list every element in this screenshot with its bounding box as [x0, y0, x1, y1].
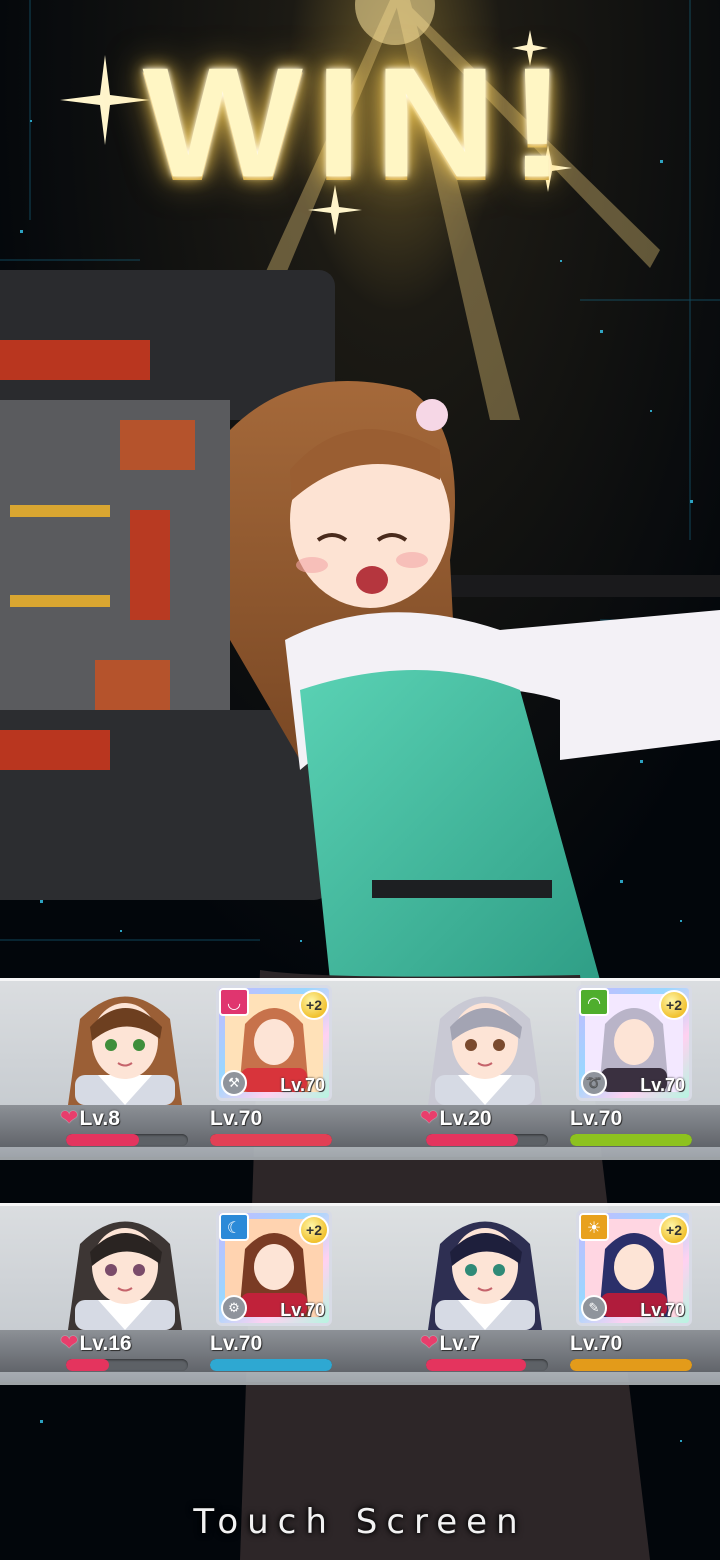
heart-icon: ❤ — [60, 1331, 79, 1356]
party-panel-2: ☾ +2 ⚙ Lv.70 ❤ Lv.16 Lv.70 ☀ +2 ✎ Lv.70 … — [0, 1203, 720, 1385]
card-level-text: Lv.70 — [570, 1107, 623, 1130]
card-thumbnail: ☾ +2 ⚙ Lv.70 — [216, 1210, 332, 1326]
bond-gauge-fill — [66, 1134, 140, 1146]
card-level-text: Lv.70 — [570, 1332, 623, 1355]
card-thumbnail: ☀ +2 ✎ Lv.70 — [576, 1210, 692, 1326]
gear-icon: ⚙ — [221, 1295, 247, 1321]
bond-gauge-fill — [66, 1359, 109, 1371]
party-member-slot[interactable]: ☾ +2 ⚙ Lv.70 ❤ Lv.16 Lv.70 — [0, 1206, 360, 1388]
boomerang-icon: ➰ — [581, 1070, 607, 1096]
bond-level-text: Lv.20 — [439, 1107, 492, 1130]
bond-level: ❤ Lv.16 — [60, 1332, 132, 1356]
wifi-icon: ◠ — [579, 988, 609, 1016]
moon-icon: ☾ — [219, 1213, 249, 1241]
card-thumbnail: ◠ +2 ➰ Lv.70 — [576, 985, 692, 1101]
card-level-label: Lv.70 — [280, 1300, 325, 1320]
dark-ponytail-idol-portrait — [50, 1204, 200, 1330]
card-thumbnail: ◡ +2 ⚒ Lv.70 — [216, 985, 332, 1101]
hammer-icon: ⚒ — [221, 1070, 247, 1096]
bond-level-text: Lv.8 — [79, 1107, 120, 1130]
win-title: WIN! — [142, 35, 578, 211]
card-level-gauge-fill — [570, 1359, 692, 1371]
card-level-label: Lv.70 — [280, 1075, 325, 1095]
card-level-label: Lv.70 — [640, 1075, 685, 1095]
navy-hair-idol-portrait — [410, 1204, 560, 1330]
card-level-text: Lv.70 — [210, 1107, 263, 1130]
sun-icon: ☀ — [579, 1213, 609, 1241]
heart-icon: ❤ — [420, 1331, 439, 1356]
plus-badge: +2 — [659, 990, 689, 1020]
plus-badge: +2 — [659, 1215, 689, 1245]
shield-icon: ◡ — [219, 988, 249, 1016]
party-member-slot[interactable]: ◠ +2 ➰ Lv.70 ❤ Lv.20 Lv.70 — [360, 981, 720, 1163]
card-level-gauge — [570, 1134, 692, 1146]
card-level-label: Lv.70 — [640, 1300, 685, 1320]
card-level-gauge — [210, 1134, 332, 1146]
brown-hair-idol-portrait — [50, 979, 200, 1105]
card-level-gauge-fill — [210, 1134, 332, 1146]
card-level-gauge-fill — [210, 1359, 332, 1371]
wrench-icon: ✎ — [581, 1295, 607, 1321]
bond-gauge — [426, 1359, 548, 1371]
bond-gauge — [426, 1134, 548, 1146]
bond-level: ❤ Lv.20 — [420, 1107, 492, 1131]
plus-badge: +2 — [299, 1215, 329, 1245]
bond-level-text: Lv.7 — [439, 1332, 480, 1355]
heart-icon: ❤ — [420, 1106, 439, 1131]
plus-badge: +2 — [299, 990, 329, 1020]
card-level-text: Lv.70 — [210, 1332, 263, 1355]
party-member-slot[interactable]: ◡ +2 ⚒ Lv.70 ❤ Lv.8 Lv.70 — [0, 981, 360, 1163]
bond-gauge-fill — [426, 1134, 518, 1146]
party-panel-1: ◡ +2 ⚒ Lv.70 ❤ Lv.8 Lv.70 ◠ +2 ➰ Lv.70 ❤… — [0, 978, 720, 1160]
heart-icon: ❤ — [60, 1106, 79, 1131]
card-level-gauge-fill — [570, 1134, 692, 1146]
card-level-gauge — [210, 1359, 332, 1371]
bond-gauge — [66, 1359, 188, 1371]
party-member-slot[interactable]: ☀ +2 ✎ Lv.70 ❤ Lv.7 Lv.70 — [360, 1206, 720, 1388]
bond-gauge — [66, 1134, 188, 1146]
card-level-gauge — [570, 1359, 692, 1371]
bond-level-text: Lv.16 — [79, 1332, 132, 1355]
bond-level: ❤ Lv.7 — [420, 1332, 480, 1356]
silver-hair-idol-portrait — [410, 979, 560, 1105]
touch-screen-prompt[interactable]: Touch Screen — [0, 1502, 720, 1542]
bond-gauge-fill — [426, 1359, 527, 1371]
bond-level: ❤ Lv.8 — [60, 1107, 120, 1131]
